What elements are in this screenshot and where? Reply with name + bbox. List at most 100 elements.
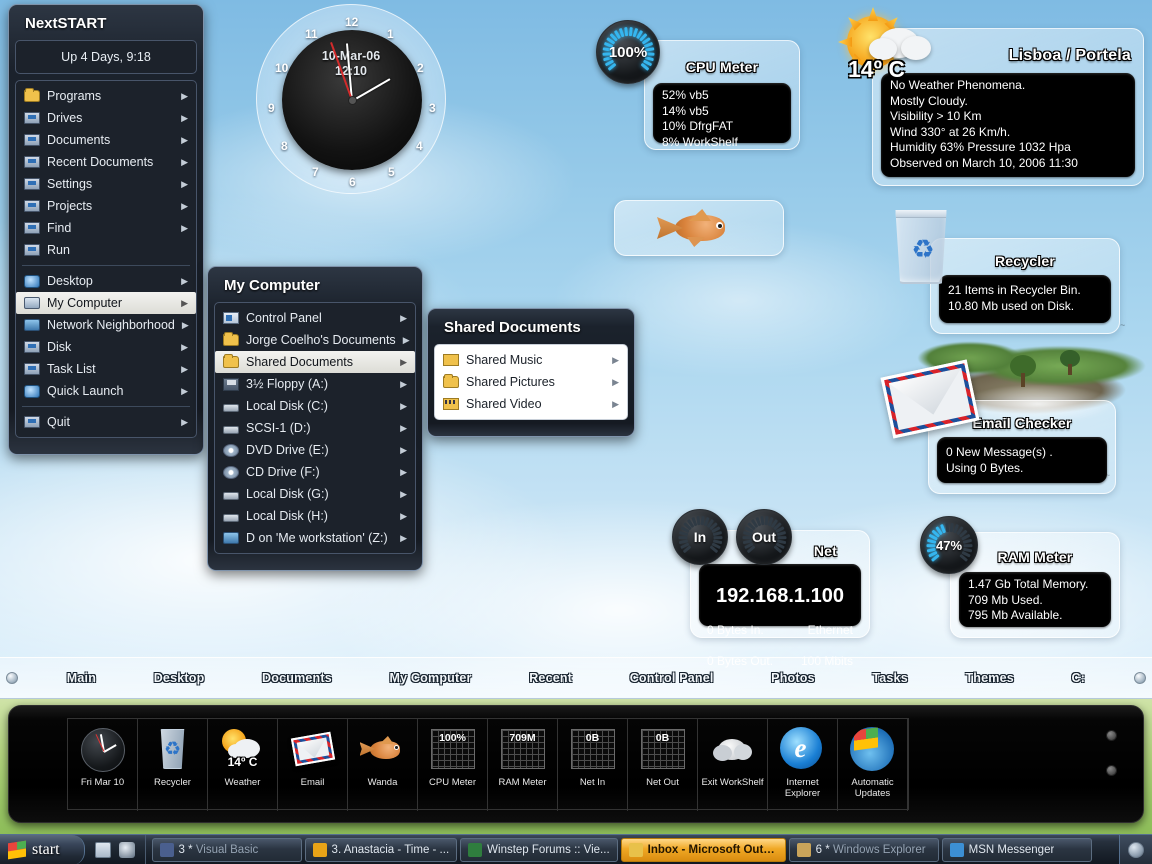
cpu-meter-widget[interactable]: CPU Meter 52% vb514% vb510% DfrgFAT8% Wo…	[644, 40, 800, 150]
dock-tab-documents[interactable]: Documents	[262, 671, 332, 685]
dock-item-wanda[interactable]: Wanda	[348, 719, 418, 811]
dock-item-fri-mar-10[interactable]: Fri Mar 10	[68, 719, 138, 811]
network-icon	[24, 319, 40, 331]
weather-line: Visibility > 10 Km	[890, 109, 981, 123]
harddisk-icon	[223, 514, 239, 522]
dock-tab-desktop[interactable]: Desktop	[154, 671, 205, 685]
taskbar-task-winstep-forums-vie[interactable]: Winstep Forums :: Vie...	[460, 838, 618, 862]
mc-item-dvd-drive-e[interactable]: DVD Drive (E:) ▶	[215, 439, 415, 461]
taskbar-task-inbox-microsoft-outlook[interactable]: Inbox - Microsoft Outlook	[621, 838, 786, 862]
tray-icon[interactable]	[1128, 842, 1144, 858]
chevron-right-icon: ▶	[181, 364, 188, 375]
dock-item-weather[interactable]: 14º CWeather	[208, 719, 278, 811]
dock-item-ram-meter[interactable]: 709MRAM Meter	[488, 719, 558, 811]
cd-icon	[223, 444, 239, 457]
dock-tab-control-panel[interactable]: Control Panel	[630, 671, 714, 685]
dock-tab-photos[interactable]: Photos	[771, 671, 815, 685]
dock-item-label: CPU Meter	[429, 777, 476, 788]
dock-item-email[interactable]: Email	[278, 719, 348, 811]
calculator-icon[interactable]	[95, 842, 111, 858]
menu-item-find[interactable]: Find ▶	[16, 217, 196, 239]
dock-item-exit-workshelf[interactable]: Exit WorkShelf	[698, 719, 768, 811]
dock-item-net-in[interactable]: 0BNet In	[558, 719, 628, 811]
cpu-gauge[interactable]: 100%	[596, 20, 660, 84]
menu-item-disk[interactable]: Disk ▶	[16, 336, 196, 358]
sd-item-shared-music[interactable]: Shared Music ▶	[435, 349, 627, 371]
net-out-gauge[interactable]: Out	[736, 509, 792, 565]
recycle-bin-icon[interactable]: ♻	[892, 210, 950, 284]
clock-time-label: 12:10	[257, 64, 445, 78]
dock-tab-c[interactable]: C:	[1072, 671, 1086, 685]
my-computer-icon	[24, 297, 40, 309]
dock-tab-recent[interactable]: Recent	[529, 671, 572, 685]
menu-item-network-neighborhood[interactable]: Network Neighborhood ▶	[16, 314, 196, 336]
taskbar-task-3-anastacia-time[interactable]: 3. Anastacia - Time - ...	[305, 838, 458, 862]
dock-item-net-out[interactable]: 0BNet Out	[628, 719, 698, 811]
dock-item-automatic-updates[interactable]: Automatic Updates	[838, 719, 908, 811]
sd-item-shared-video[interactable]: Shared Video ▶	[435, 393, 627, 415]
dock-item-cpu-meter[interactable]: 100%CPU Meter	[418, 719, 488, 811]
windows-taskbar: start 3 * Visual Basic3. Anastacia - Tim…	[0, 834, 1152, 864]
dock-tab-main[interactable]: Main	[67, 671, 96, 685]
menu-item-drives[interactable]: Drives ▶	[16, 107, 196, 129]
clock-numeral: 7	[312, 165, 319, 179]
mc-item-local-disk-h[interactable]: Local Disk (H:) ▶	[215, 505, 415, 527]
monitor-icon	[24, 112, 40, 124]
wanda-widget[interactable]	[614, 200, 784, 256]
dock-tab-tasks[interactable]: Tasks	[872, 671, 908, 685]
nextstart-menu: NextSTART Up 4 Days, 9:18 Programs ▶ Dri…	[8, 4, 204, 455]
menu-item-my-computer[interactable]: My Computer ▶	[16, 292, 196, 314]
dock-item-internet-explorer[interactable]: eInternet Explorer	[768, 719, 838, 811]
mc-item-control-panel[interactable]: Control Panel ▶	[215, 307, 415, 329]
menu-item-run[interactable]: Run	[16, 239, 196, 261]
ram-gauge[interactable]: 47%	[920, 516, 978, 574]
net-in-gauge[interactable]: In	[672, 509, 728, 565]
menu-item-task-list[interactable]: Task List ▶	[16, 358, 196, 380]
dock-dot[interactable]	[1106, 730, 1117, 741]
menu-item-projects[interactable]: Projects ▶	[16, 195, 196, 217]
graph-icon: 0B	[640, 727, 686, 773]
menu-item-programs[interactable]: Programs ▶	[16, 85, 196, 107]
mc-item-network-drive-z[interactable]: D on 'Me workstation' (Z:) ▶	[215, 527, 415, 549]
dock-item-recycler[interactable]: ♻Recycler	[138, 719, 208, 811]
taskbar-task-6-windows-explorer[interactable]: 6 * Windows Explorer	[789, 838, 939, 862]
menu-item-desktop[interactable]: Desktop ▶	[16, 270, 196, 292]
chevron-right-icon: ▶	[403, 335, 410, 346]
monitor-icon	[24, 222, 40, 234]
dock-dot[interactable]	[1106, 765, 1117, 776]
clock-widget[interactable]: 12 1 2 3 4 5 6 7 8 9 10 11 10-Mar-06 12:…	[256, 4, 446, 194]
monitor-icon	[24, 244, 40, 256]
dock-handle-dots[interactable]	[1106, 730, 1117, 800]
menu-item-label: Task List	[47, 362, 174, 376]
recycle-bin-icon: ♻	[150, 727, 196, 773]
taskbar-task-3-visual-basic[interactable]: 3 * Visual Basic	[152, 838, 302, 862]
dock-tab-themes[interactable]: Themes	[965, 671, 1013, 685]
sd-item-shared-pictures[interactable]: Shared Pictures ▶	[435, 371, 627, 393]
menu-item-recent-documents[interactable]: Recent Documents ▶	[16, 151, 196, 173]
mc-item-scsi-d[interactable]: SCSI-1 (D:) ▶	[215, 417, 415, 439]
ram-meter-readout: 1.47 Gb Total Memory.709 Mb Used.795 Mb …	[959, 572, 1111, 627]
menu-item-label: Network Neighborhood	[47, 318, 175, 332]
menu-item-settings[interactable]: Settings ▶	[16, 173, 196, 195]
menu-item-documents[interactable]: Documents ▶	[16, 129, 196, 151]
tabbar-left-knob[interactable]	[6, 672, 18, 684]
taskbar-tasks: 3 * Visual Basic3. Anastacia - Time - ..…	[146, 838, 1119, 862]
mc-item-local-disk-c[interactable]: Local Disk (C:) ▶	[215, 395, 415, 417]
mc-item-floppy-a[interactable]: 3½ Floppy (A:) ▶	[215, 373, 415, 395]
tabbar-right-knob[interactable]	[1134, 672, 1146, 684]
start-button[interactable]: start	[0, 835, 85, 864]
recycler-widget[interactable]: Recycler 21 Items in Recycler Bin.10.80 …	[930, 238, 1120, 334]
chevron-right-icon: ▶	[400, 489, 407, 500]
mc-item-shared-documents[interactable]: Shared Documents ▶	[215, 351, 415, 373]
mc-item-jorge-documents[interactable]: Jorge Coelho's Documents ▶	[215, 329, 415, 351]
taskbar-task-label: Inbox - Microsoft Outlook	[648, 844, 778, 856]
menu-item-label: CD Drive (F:)	[246, 465, 393, 479]
dock-tab-my-computer[interactable]: My Computer	[390, 671, 472, 685]
menu-item-label: Desktop	[47, 274, 174, 288]
media-icon[interactable]	[119, 842, 135, 858]
taskbar-task-msn-messenger[interactable]: MSN Messenger	[942, 838, 1092, 862]
mc-item-local-disk-g[interactable]: Local Disk (G:) ▶	[215, 483, 415, 505]
menu-item-quick-launch[interactable]: Quick Launch ▶	[16, 380, 196, 402]
menu-item-quit[interactable]: Quit ▶	[16, 411, 196, 433]
mc-item-cd-drive-f[interactable]: CD Drive (F:) ▶	[215, 461, 415, 483]
